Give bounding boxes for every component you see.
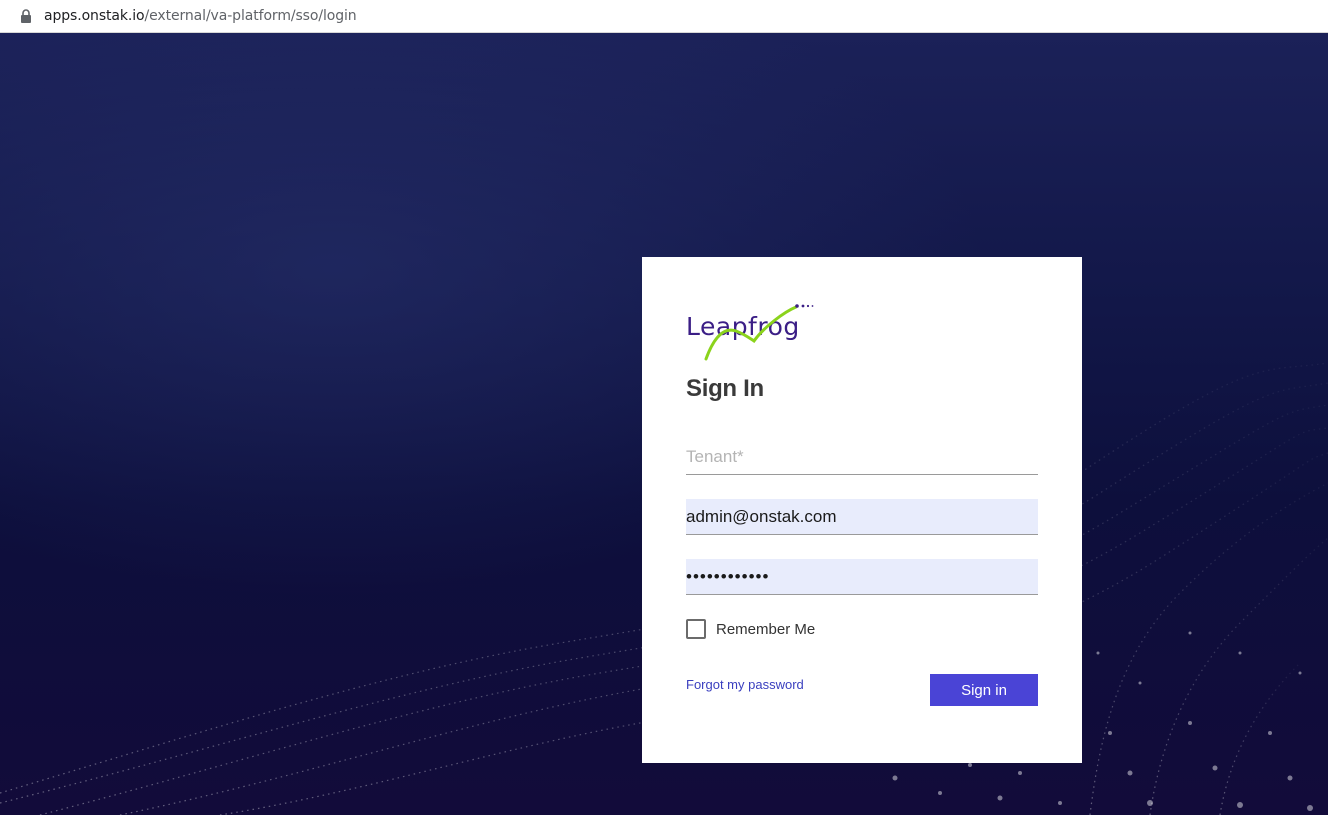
remember-me-label: Remember Me [716,620,816,638]
svg-text:Leapfrog: Leapfrog [686,312,800,341]
page-background: Leapfrog Sign In Remember Me Forgot my p… [0,33,1328,815]
url-host: apps.onstak.io [44,8,145,24]
password-input[interactable] [686,559,1038,595]
remember-me-checkbox[interactable] [686,619,706,639]
browser-address-bar[interactable]: apps.onstak.io/external/va-platform/sso/… [0,0,1328,33]
forgot-password-link[interactable]: Forgot my password [686,677,804,692]
tenant-input[interactable] [686,439,1038,475]
remember-me-toggle[interactable]: Remember Me [686,619,815,639]
url-text[interactable]: apps.onstak.io/external/va-platform/sso/… [44,8,357,24]
lock-icon[interactable] [20,9,32,23]
url-path: /external/va-platform/sso/login [144,8,357,24]
page-title: Sign In [686,375,764,402]
login-card: Leapfrog Sign In Remember Me Forgot my p… [642,257,1082,763]
email-input[interactable] [686,499,1038,535]
leapfrog-logo: Leapfrog [684,297,824,363]
sign-in-button[interactable]: Sign in [930,674,1038,706]
